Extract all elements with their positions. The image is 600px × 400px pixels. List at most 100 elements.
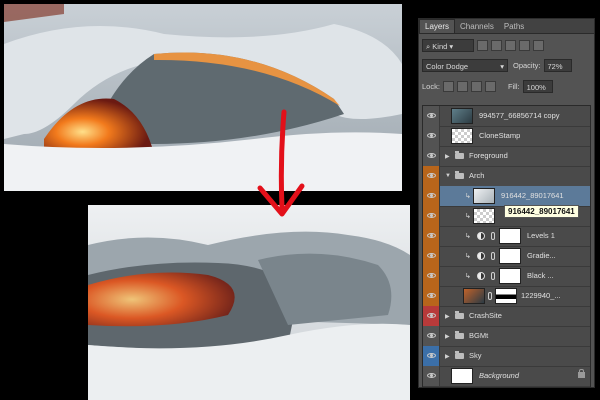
eye-icon bbox=[427, 333, 436, 338]
filter-row: ⌕ Kind ▾ bbox=[422, 37, 591, 53]
visibility-toggle[interactable] bbox=[423, 246, 440, 266]
clipping-arrow-icon: ↳ bbox=[465, 233, 471, 240]
lock-row: Lock: Fill: 100% bbox=[422, 78, 591, 94]
collapse-triangle-icon[interactable]: ▼ bbox=[445, 173, 451, 179]
tab-channels[interactable]: Channels bbox=[455, 20, 499, 33]
layer-list: 994577_66856714 copy CloneStamp ▶ Foregroun… bbox=[422, 105, 591, 388]
layer-row[interactable]: 994577_66856714 copy bbox=[423, 106, 590, 127]
visibility-toggle[interactable] bbox=[423, 146, 440, 166]
lock-transparent-icon[interactable] bbox=[442, 80, 454, 92]
eye-icon bbox=[427, 153, 436, 158]
layer-row[interactable]: ▶ CrashSite bbox=[423, 306, 590, 327]
opacity-input[interactable]: 72% bbox=[543, 58, 572, 72]
filter-type-icon[interactable] bbox=[505, 39, 516, 51]
layer-name: Levels 1 bbox=[527, 231, 555, 240]
folder-icon bbox=[455, 151, 464, 159]
visibility-toggle[interactable] bbox=[423, 126, 440, 146]
chain-link-icon bbox=[491, 232, 495, 240]
folder-icon bbox=[455, 351, 464, 359]
layer-thumbnail bbox=[473, 208, 495, 224]
clipping-arrow-icon: ↳ bbox=[465, 193, 471, 200]
expand-triangle-icon[interactable]: ▶ bbox=[445, 313, 450, 320]
eye-icon bbox=[427, 253, 436, 258]
layer-name: 1229940_... bbox=[521, 291, 561, 300]
expand-triangle-icon[interactable]: ▶ bbox=[445, 153, 450, 160]
eye-icon bbox=[427, 313, 436, 318]
eye-icon bbox=[427, 193, 436, 198]
visibility-toggle[interactable] bbox=[423, 326, 440, 346]
fill-input[interactable]: 100% bbox=[522, 79, 553, 93]
filter-smart-icon[interactable] bbox=[533, 39, 544, 51]
layer-row[interactable]: CloneStamp bbox=[423, 126, 590, 147]
blend-row: Color Dodge ▾ Opacity: 72% bbox=[422, 57, 591, 73]
layer-row[interactable]: ▶ Sky bbox=[423, 346, 590, 367]
visibility-toggle[interactable] bbox=[423, 226, 440, 246]
visibility-toggle[interactable] bbox=[423, 306, 440, 326]
eye-icon bbox=[427, 233, 436, 238]
lock-image-icon[interactable] bbox=[456, 80, 468, 92]
chain-link-icon bbox=[488, 292, 492, 300]
visibility-toggle[interactable] bbox=[423, 106, 440, 126]
red-arrow-annotation bbox=[257, 109, 305, 217]
adjustment-icon bbox=[477, 272, 485, 280]
layer-row[interactable]: ↳ 916442_89017641 bbox=[423, 186, 590, 207]
visibility-toggle[interactable] bbox=[423, 346, 440, 366]
opacity-label: Opacity: bbox=[513, 60, 541, 70]
layer-name: 916442_89017641 bbox=[501, 191, 564, 200]
tab-layers[interactable]: Layers bbox=[419, 19, 456, 33]
layer-mask-thumbnail bbox=[499, 268, 521, 284]
layer-name: Arch bbox=[469, 171, 485, 180]
layer-thumbnail bbox=[463, 288, 485, 304]
layer-row[interactable]: ▶ BGMt bbox=[423, 326, 590, 347]
adjustment-icon bbox=[477, 232, 485, 240]
layer-row[interactable]: ▶ Foreground bbox=[423, 146, 590, 167]
expand-triangle-icon[interactable]: ▶ bbox=[445, 333, 450, 340]
layer-thumbnail bbox=[451, 128, 473, 144]
before-scene bbox=[4, 4, 402, 191]
eye-icon bbox=[427, 113, 436, 118]
layer-row[interactable]: 1229940_... bbox=[423, 286, 590, 307]
chevron-down-icon: ▾ bbox=[500, 61, 504, 71]
visibility-toggle[interactable] bbox=[423, 266, 440, 286]
folder-icon bbox=[455, 331, 464, 339]
canvas-before-image bbox=[4, 4, 402, 191]
visibility-toggle[interactable] bbox=[423, 206, 440, 226]
layer-mask-thumbnail bbox=[499, 228, 521, 244]
eye-icon bbox=[427, 173, 436, 178]
layer-row[interactable]: Background bbox=[423, 366, 590, 387]
lock-position-icon[interactable] bbox=[470, 80, 482, 92]
layer-row[interactable]: ↳ Gradie... bbox=[423, 246, 590, 267]
layer-row[interactable]: ▼ Arch bbox=[423, 166, 590, 187]
lock-icon bbox=[578, 369, 585, 378]
layer-thumbnail bbox=[473, 188, 495, 204]
visibility-toggle[interactable] bbox=[423, 166, 440, 186]
filter-kind-dropdown[interactable]: ⌕ Kind ▾ bbox=[422, 38, 474, 52]
blend-mode-dropdown[interactable]: Color Dodge ▾ bbox=[422, 58, 508, 72]
expand-triangle-icon[interactable]: ▶ bbox=[445, 353, 450, 360]
filter-pixel-icon[interactable] bbox=[477, 39, 488, 51]
layer-row[interactable]: ↳ Black ... bbox=[423, 266, 590, 287]
layer-name: BGMt bbox=[469, 331, 489, 340]
visibility-toggle[interactable] bbox=[423, 186, 440, 206]
layer-name: Background bbox=[479, 371, 520, 380]
visibility-toggle[interactable] bbox=[423, 286, 440, 306]
clipping-arrow-icon: ↳ bbox=[465, 213, 471, 220]
lock-all-icon[interactable] bbox=[484, 80, 496, 92]
filter-adjustment-icon[interactable] bbox=[491, 39, 502, 51]
layer-row[interactable]: ↳ Levels 1 bbox=[423, 226, 590, 247]
eye-icon bbox=[427, 213, 436, 218]
layer-name: 994577_66856714 copy bbox=[479, 111, 560, 120]
visibility-toggle[interactable] bbox=[423, 366, 440, 386]
eye-icon bbox=[427, 353, 436, 358]
layer-name: CloneStamp bbox=[479, 131, 521, 140]
layer-name: Foreground bbox=[469, 151, 508, 160]
layer-name-tooltip: 916442_89017641 bbox=[504, 205, 579, 218]
chain-link-icon bbox=[491, 272, 495, 280]
layer-thumbnail bbox=[451, 108, 473, 124]
filter-shape-icon[interactable] bbox=[519, 39, 530, 51]
layer-thumbnail bbox=[451, 368, 473, 384]
tab-paths[interactable]: Paths bbox=[499, 20, 529, 33]
panel-tabs: Layers Channels Paths bbox=[419, 19, 594, 34]
after-scene bbox=[88, 205, 410, 400]
layer-name: Gradie... bbox=[527, 251, 556, 260]
